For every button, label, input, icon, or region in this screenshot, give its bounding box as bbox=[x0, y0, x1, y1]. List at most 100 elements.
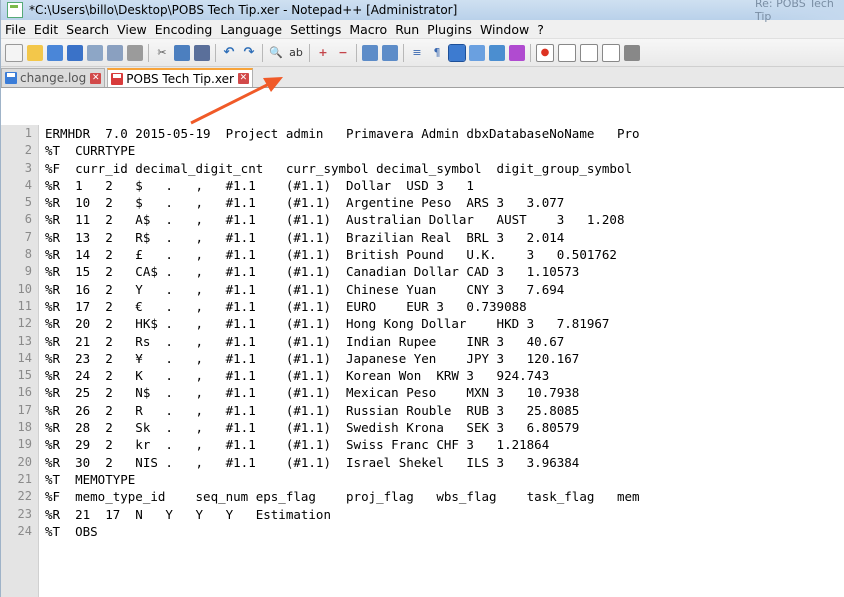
copy-icon[interactable] bbox=[174, 44, 190, 61]
document-map-icon[interactable] bbox=[489, 44, 505, 61]
sync-horizontal-icon[interactable] bbox=[382, 44, 398, 61]
menu-bar: File Edit Search View Encoding Language … bbox=[1, 20, 844, 39]
line-number: 2 bbox=[24, 143, 32, 158]
menu-file[interactable]: File bbox=[1, 22, 30, 37]
tab-change-log[interactable]: change.log ✕ bbox=[1, 68, 106, 87]
indent-guide-icon[interactable] bbox=[448, 43, 466, 62]
code-line[interactable]: %R 10 2 $ . , #1.1 (#1.1) Argentine Peso… bbox=[45, 194, 844, 211]
paste-icon[interactable] bbox=[194, 44, 210, 61]
toolbar-separator bbox=[309, 43, 310, 62]
code-line[interactable]: %R 20 2 HK$ . , #1.1 (#1.1) Hong Kong Do… bbox=[45, 315, 844, 332]
line-number: 12 bbox=[17, 316, 32, 331]
menu-edit[interactable]: Edit bbox=[30, 22, 62, 37]
show-all-chars-icon[interactable]: ¶ bbox=[429, 45, 445, 61]
line-number: 18 bbox=[17, 420, 32, 435]
code-line[interactable]: %T MEMOTYPE bbox=[45, 471, 844, 488]
code-line[interactable]: %R 14 2 £ . , #1.1 (#1.1) British Pound … bbox=[45, 246, 844, 263]
save-all-icon[interactable] bbox=[67, 44, 83, 61]
save-icon[interactable] bbox=[47, 44, 63, 61]
close-tab-icon[interactable]: ✕ bbox=[237, 73, 249, 84]
playback-icon[interactable] bbox=[580, 43, 598, 62]
menu-view[interactable]: View bbox=[113, 22, 151, 37]
code-line[interactable]: %R 26 2 R . , #1.1 (#1.1) Russian Rouble… bbox=[45, 402, 844, 419]
code-line[interactable]: %T CURRTYPE bbox=[45, 142, 844, 159]
code-line[interactable]: %R 16 2 Y . , #1.1 (#1.1) Chinese Yuan C… bbox=[45, 281, 844, 298]
code-line[interactable]: %R 28 2 Sk . , #1.1 (#1.1) Swedish Krona… bbox=[45, 419, 844, 436]
notepadpp-window: *C:\Users\billo\Desktop\POBS Tech Tip.xe… bbox=[0, 0, 844, 597]
line-number: 1 bbox=[24, 126, 32, 140]
open-file-icon[interactable] bbox=[27, 44, 43, 61]
code-line[interactable]: %T OBS bbox=[45, 523, 844, 540]
window-title: *C:\Users\billo\Desktop\POBS Tech Tip.xe… bbox=[29, 3, 458, 17]
code-line[interactable]: %R 17 2 € . , #1.1 (#1.1) EURO EUR 3 0.7… bbox=[45, 298, 844, 315]
line-number: 6 bbox=[24, 212, 32, 227]
code-line[interactable]: ERMHDR 7.0 2015-05-19 Project admin Prim… bbox=[45, 125, 844, 142]
code-line[interactable]: %F curr_id decimal_digit_cnt curr_symbol… bbox=[45, 160, 844, 177]
title-bar[interactable]: *C:\Users\billo\Desktop\POBS Tech Tip.xe… bbox=[1, 0, 844, 23]
run-macro-multiple-icon[interactable] bbox=[602, 43, 620, 62]
tab-pobs-tech-tip[interactable]: POBS Tech Tip.xer ✕ bbox=[107, 68, 253, 87]
line-number: 19 bbox=[17, 437, 32, 452]
new-file-icon[interactable] bbox=[5, 43, 23, 62]
line-number: 4 bbox=[24, 177, 32, 192]
stop-recording-icon[interactable] bbox=[558, 43, 576, 62]
cut-icon[interactable]: ✂ bbox=[154, 45, 170, 61]
line-number: 22 bbox=[17, 489, 32, 504]
code-line[interactable]: %R 23 2 ¥ . , #1.1 (#1.1) Japanese Yen J… bbox=[45, 350, 844, 367]
replace-icon[interactable]: ab bbox=[288, 45, 304, 61]
line-number: 9 bbox=[24, 264, 32, 279]
code-line[interactable]: %R 21 17 N Y Y Y Estimation bbox=[45, 506, 844, 523]
redo-icon[interactable]: ↷ bbox=[241, 45, 257, 61]
code-line[interactable]: %R 1 2 $ . , #1.1 (#1.1) Dollar USD 3 1 bbox=[45, 177, 844, 194]
menu-encoding[interactable]: Encoding bbox=[151, 22, 217, 37]
toolbar-separator bbox=[403, 43, 404, 62]
find-icon[interactable]: 🔍 bbox=[268, 45, 284, 61]
line-number: 13 bbox=[17, 333, 32, 348]
menu-plugins[interactable]: Plugins bbox=[423, 22, 476, 37]
notepadpp-app-icon[interactable] bbox=[7, 2, 23, 18]
print-icon[interactable] bbox=[127, 44, 143, 61]
function-list-icon[interactable] bbox=[509, 44, 525, 61]
menu-settings[interactable]: Settings bbox=[286, 22, 345, 37]
tab-label: change.log bbox=[20, 71, 87, 85]
record-macro-icon[interactable]: ● bbox=[536, 43, 554, 62]
code-line[interactable]: %R 30 2 NIS . , #1.1 (#1.1) Israel Sheke… bbox=[45, 454, 844, 471]
menu-help[interactable]: ? bbox=[533, 22, 548, 37]
word-wrap-icon[interactable]: ≡ bbox=[409, 45, 425, 61]
line-number: 17 bbox=[17, 402, 32, 417]
text-editor[interactable]: 1 2 3 4 5 6 7 8 9 10 11 12 13 14 15 16 17 18 19 20 21 22 23 24 … bbox=[1, 125, 844, 597]
toolbar-separator bbox=[530, 43, 531, 62]
close-all-icon[interactable] bbox=[107, 44, 123, 61]
code-area[interactable]: ERMHDR 7.0 2015-05-19 Project admin Prim… bbox=[39, 125, 844, 597]
code-line[interactable]: %R 25 2 N$ . , #1.1 (#1.1) Mexican Peso … bbox=[45, 384, 844, 401]
menu-run[interactable]: Run bbox=[391, 22, 423, 37]
code-line[interactable]: %R 24 2 K . , #1.1 (#1.1) Korean Won KRW… bbox=[45, 367, 844, 384]
line-number: 24 bbox=[17, 523, 32, 538]
user-defined-language-icon[interactable] bbox=[469, 44, 485, 61]
sync-vertical-icon[interactable] bbox=[362, 44, 378, 61]
close-icon[interactable] bbox=[87, 44, 103, 61]
tab-label: POBS Tech Tip.xer bbox=[126, 71, 234, 86]
menu-macro[interactable]: Macro bbox=[345, 22, 391, 37]
zoom-in-icon[interactable]: + bbox=[315, 45, 331, 61]
code-line[interactable]: %R 29 2 kr . , #1.1 (#1.1) Swiss Franc C… bbox=[45, 436, 844, 453]
code-line[interactable]: %R 21 2 Rs . , #1.1 (#1.1) Indian Rupee … bbox=[45, 333, 844, 350]
toolbar: ✂ ↶ ↷ 🔍 ab + − ≡ ¶ ● bbox=[1, 39, 844, 67]
arrow-shaft bbox=[190, 82, 270, 125]
close-tab-icon[interactable]: ✕ bbox=[90, 72, 102, 84]
code-line[interactable]: %F memo_type_id seq_num eps_flag proj_fl… bbox=[45, 488, 844, 505]
zoom-out-icon[interactable]: − bbox=[335, 45, 351, 61]
code-line[interactable]: %R 11 2 A$ . , #1.1 (#1.1) Australian Do… bbox=[45, 211, 844, 228]
code-line[interactable]: %R 15 2 CA$ . , #1.1 (#1.1) Canadian Dol… bbox=[45, 263, 844, 280]
line-number: 23 bbox=[17, 506, 32, 521]
save-macro-icon[interactable] bbox=[624, 44, 640, 61]
unsaved-file-icon bbox=[111, 72, 124, 85]
line-number: 3 bbox=[24, 160, 32, 175]
menu-window[interactable]: Window bbox=[476, 22, 533, 37]
code-line[interactable]: %R 13 2 R$ . , #1.1 (#1.1) Brazilian Rea… bbox=[45, 229, 844, 246]
line-number: 11 bbox=[17, 298, 32, 313]
menu-language[interactable]: Language bbox=[216, 22, 286, 37]
menu-search[interactable]: Search bbox=[62, 22, 113, 37]
line-number: 10 bbox=[17, 281, 32, 296]
undo-icon[interactable]: ↶ bbox=[221, 45, 237, 61]
